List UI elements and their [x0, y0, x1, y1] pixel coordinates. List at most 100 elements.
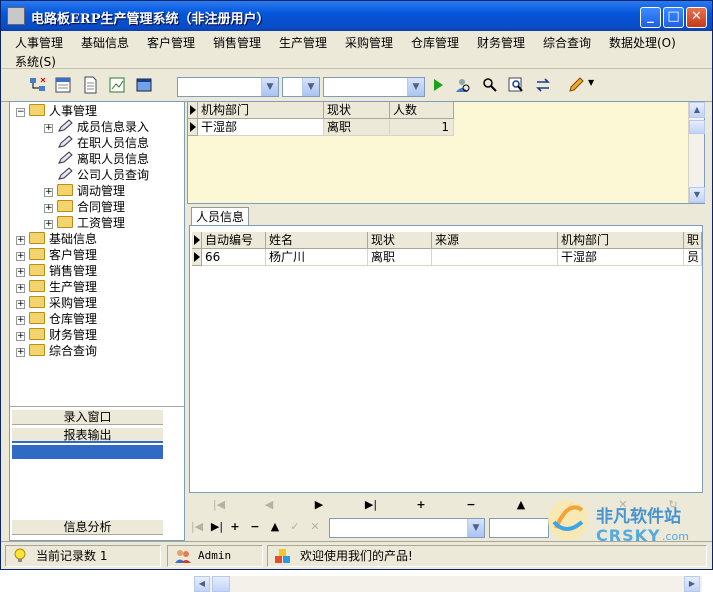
- title-bar[interactable]: 电路板ERP生产管理系统（非注册用户） _ □ ✕: [1, 1, 712, 31]
- refresh-icon[interactable]: [534, 76, 552, 94]
- close-button[interactable]: ✕: [686, 7, 707, 28]
- scroll-thumb[interactable]: [212, 576, 230, 592]
- tab-staff-info[interactable]: 人员信息: [191, 207, 249, 226]
- maximize-button[interactable]: □: [663, 7, 684, 28]
- column-header[interactable]: 机构部门: [198, 102, 324, 119]
- tree-node-warehouse[interactable]: + 仓库管理: [16, 311, 97, 327]
- expand-icon[interactable]: +: [44, 220, 53, 229]
- menu-basic-info[interactable]: 基础信息: [81, 34, 129, 51]
- expand-icon[interactable]: +: [16, 332, 25, 341]
- tree-node-member-entry[interactable]: + 成员信息录入: [44, 119, 149, 135]
- tree-node-basic-info[interactable]: + 基础信息: [16, 231, 97, 247]
- expand-icon[interactable]: +: [16, 300, 25, 309]
- tree-node-contract[interactable]: + 合同管理: [44, 199, 125, 215]
- cell-department[interactable]: 干湿部: [198, 119, 324, 136]
- bottom-value-field[interactable]: [489, 518, 549, 538]
- insert-record-icon[interactable]: +: [411, 497, 431, 513]
- menu-customer[interactable]: 客户管理: [147, 34, 195, 51]
- cell-position[interactable]: 员: [684, 249, 702, 266]
- tree-node-production[interactable]: + 生产管理: [16, 279, 97, 295]
- collapse-icon[interactable]: −: [16, 108, 25, 117]
- edit-dropdown-icon[interactable]: ▼: [588, 78, 594, 87]
- delete-record-icon[interactable]: −: [245, 519, 265, 535]
- cell-count[interactable]: 1: [390, 119, 454, 136]
- last-record-icon[interactable]: ▶|: [207, 519, 227, 535]
- column-header[interactable]: 来源: [432, 232, 558, 249]
- menu-finance[interactable]: 财务管理: [477, 34, 525, 51]
- preview-icon[interactable]: [507, 76, 525, 94]
- expand-icon[interactable]: +: [16, 236, 25, 245]
- scroll-left-icon[interactable]: ◀: [194, 576, 210, 592]
- menu-query[interactable]: 综合查询: [543, 34, 591, 51]
- scroll-up-icon[interactable]: ▲: [689, 102, 705, 118]
- column-header[interactable]: 姓名: [266, 232, 368, 249]
- filter-combo-1[interactable]: ▼: [177, 77, 279, 97]
- tree-node-finance[interactable]: + 财务管理: [16, 327, 97, 343]
- tree-node-purchase[interactable]: + 采购管理: [16, 295, 97, 311]
- tree-node-customer[interactable]: + 客户管理: [16, 247, 97, 263]
- menu-production[interactable]: 生产管理: [279, 34, 327, 51]
- insert-record-icon[interactable]: +: [225, 519, 245, 535]
- prior-record-icon[interactable]: ◀: [259, 497, 279, 513]
- cell-status[interactable]: 离职: [324, 119, 390, 136]
- tree-node-salary[interactable]: + 工资管理: [44, 215, 125, 231]
- document-icon[interactable]: [81, 76, 99, 94]
- first-record-icon[interactable]: |◀: [187, 519, 207, 535]
- menu-warehouse[interactable]: 仓库管理: [411, 34, 459, 51]
- column-header[interactable]: 自动编号: [202, 232, 266, 249]
- menu-sales[interactable]: 销售管理: [213, 34, 261, 51]
- column-header[interactable]: 机构部门: [558, 232, 684, 249]
- column-header[interactable]: 人数: [390, 102, 454, 119]
- chart-icon[interactable]: [108, 76, 126, 94]
- expand-icon[interactable]: +: [44, 188, 53, 197]
- scroll-thumb[interactable]: [689, 120, 705, 134]
- tree-view-icon[interactable]: [29, 76, 47, 94]
- delete-record-icon[interactable]: −: [461, 497, 481, 513]
- find-record-icon[interactable]: [480, 76, 498, 94]
- tree-node-staff-query[interactable]: 公司人员查询: [57, 167, 149, 183]
- run-icon[interactable]: [429, 76, 447, 94]
- report-output-button[interactable]: 报表输出: [12, 427, 163, 443]
- cell-status[interactable]: 离职: [368, 249, 432, 266]
- scroll-right-icon[interactable]: ▶: [684, 576, 700, 592]
- expand-icon[interactable]: +: [44, 204, 53, 213]
- expand-icon[interactable]: +: [16, 316, 25, 325]
- column-header[interactable]: 现状: [368, 232, 432, 249]
- filter-combo-3[interactable]: ▼: [323, 77, 425, 97]
- cell-source[interactable]: [432, 249, 558, 266]
- tree-node-sales[interactable]: + 销售管理: [16, 263, 97, 279]
- expand-icon[interactable]: +: [16, 252, 25, 261]
- filter-combo-2[interactable]: ▼: [282, 77, 320, 97]
- edit-record-icon[interactable]: ▲: [511, 497, 531, 513]
- edit-record-icon[interactable]: ▲: [265, 519, 285, 535]
- entry-window-button[interactable]: 录入窗口: [12, 409, 163, 425]
- tree-node-hr[interactable]: − 人事管理: [16, 103, 97, 119]
- window-icon[interactable]: [135, 76, 153, 94]
- tree-node-query[interactable]: + 综合查询: [16, 343, 97, 359]
- minimize-button[interactable]: _: [640, 7, 661, 28]
- menu-data[interactable]: 数据处理(O): [609, 34, 676, 51]
- scroll-down-icon[interactable]: ▼: [689, 187, 705, 203]
- menu-hr[interactable]: 人事管理: [15, 34, 63, 51]
- summary-vertical-scrollbar[interactable]: ▲ ▼: [688, 102, 705, 203]
- cell-department[interactable]: 干湿部: [558, 249, 684, 266]
- find-user-icon[interactable]: [453, 76, 471, 94]
- tree-node-active-staff[interactable]: 在职人员信息: [57, 135, 149, 151]
- next-record-icon[interactable]: ▶: [309, 497, 329, 513]
- detail-horizontal-scrollbar[interactable]: ◀ ▶: [194, 576, 702, 592]
- tree-node-resigned-staff[interactable]: 离职人员信息: [57, 151, 149, 167]
- expand-icon[interactable]: +: [44, 124, 53, 133]
- expand-icon[interactable]: +: [16, 284, 25, 293]
- cell-id[interactable]: 66: [202, 249, 266, 266]
- last-record-icon[interactable]: ▶|: [361, 497, 381, 513]
- form-view-icon[interactable]: [54, 76, 72, 94]
- expand-icon[interactable]: +: [16, 348, 25, 357]
- edit-pencil-icon[interactable]: [567, 76, 585, 94]
- column-header[interactable]: 现状: [324, 102, 390, 119]
- detail-grid[interactable]: 自动编号 姓名 现状 来源 机构部门 职 66 杨广川 离职 干湿部 员 ◀ ▶: [189, 225, 703, 592]
- menu-system[interactable]: 系统(S): [15, 53, 56, 70]
- column-header[interactable]: 职: [684, 232, 702, 249]
- cell-name[interactable]: 杨广川: [266, 249, 368, 266]
- expand-icon[interactable]: +: [16, 268, 25, 277]
- post-record-icon[interactable]: ✓: [285, 519, 305, 535]
